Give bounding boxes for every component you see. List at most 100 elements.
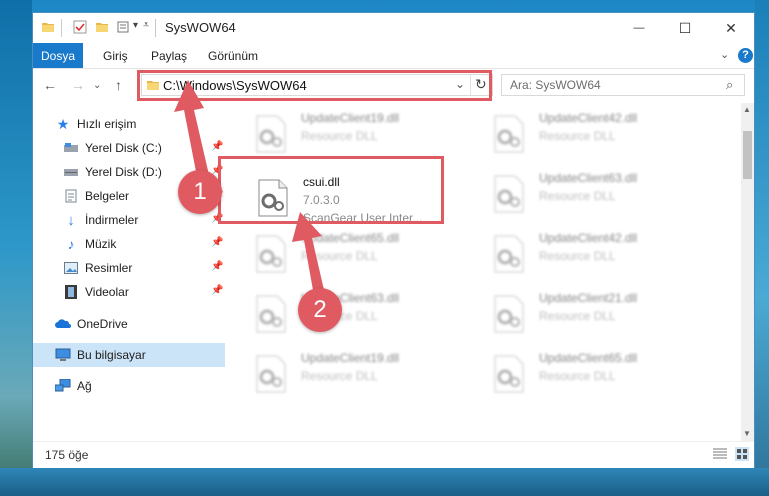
title-separator (155, 19, 156, 37)
list-item[interactable]: UpdateClient19.dll Resource DLL (253, 349, 473, 403)
sidebar-item-music[interactable]: ♪ Müzik (63, 233, 117, 255)
dll-file-icon (494, 355, 524, 393)
close-icon: ✕ (725, 19, 737, 36)
minimize-button[interactable]: — (616, 13, 662, 43)
videos-icon (63, 284, 79, 300)
pin-icon[interactable]: 📌 (211, 237, 223, 248)
search-icon: ⌕ (726, 77, 734, 92)
pin-icon[interactable]: 📌 (211, 261, 223, 272)
dll-file-icon (256, 295, 286, 333)
tab-file[interactable]: Dosya (33, 43, 83, 68)
file-name: UpdateClient19.dll (301, 351, 400, 365)
desktop-background-bottom (0, 468, 769, 496)
star-icon: ★ (56, 115, 70, 132)
dll-file-icon (494, 235, 524, 273)
file-name: UpdateClient42.dll (539, 111, 638, 125)
file-name: UpdateClient42.dll (539, 231, 638, 245)
sidebar-item-network[interactable]: Ağ (55, 375, 92, 397)
dll-file-icon (494, 115, 524, 153)
sidebar-item-label: Ağ (77, 379, 92, 393)
forward-icon[interactable]: → (71, 77, 85, 93)
file-type: Resource DLL (539, 129, 616, 143)
explorer-window: ▾ ⩡ SysWOW64 — ☐ ✕ Dosya Giriş Paylaş Gö… (32, 12, 755, 468)
properties-icon[interactable] (73, 20, 87, 34)
dll-file-icon (494, 295, 524, 333)
sidebar-item-label: Müzik (85, 237, 117, 251)
file-name: UpdateClient65.dll (539, 351, 638, 365)
maximize-button[interactable]: ☐ (662, 13, 708, 43)
list-item[interactable]: UpdateClient63.dll Resource DLL (491, 169, 711, 223)
large-icons-view-icon[interactable] (735, 447, 749, 461)
file-type: Resource DLL (539, 369, 616, 383)
details-view-icon[interactable] (713, 448, 727, 460)
network-icon (55, 378, 71, 394)
drive-icon (63, 164, 79, 180)
list-item[interactable]: UpdateClient42.dll Resource DLL (491, 109, 711, 163)
tab-share[interactable]: Paylaş (151, 49, 187, 63)
dll-file-icon (494, 175, 524, 213)
new-folder-icon[interactable] (95, 20, 109, 34)
scroll-down-icon[interactable]: ▼ (743, 429, 751, 438)
search-placeholder: Ara: SysWOW64 (510, 78, 601, 92)
customize-toolbar-icon[interactable] (117, 20, 131, 34)
file-type: Resource DLL (539, 249, 616, 263)
file-name: UpdateClient19.dll (301, 111, 400, 125)
music-icon: ♪ (67, 236, 75, 252)
sidebar-item-label: İndirmeler (85, 213, 139, 227)
pin-icon[interactable]: 📌 (211, 285, 223, 296)
sidebar-item-pictures[interactable]: Resimler (63, 257, 132, 279)
recent-dropdown-icon[interactable]: ⌄ (93, 80, 101, 91)
sidebar-item-local-disk-c[interactable]: Yerel Disk (C:) (63, 137, 162, 159)
drive-icon (63, 140, 79, 156)
title-bar: ▾ ⩡ SysWOW64 — ☐ ✕ (33, 13, 754, 43)
scroll-up-icon[interactable]: ▲ (743, 105, 751, 114)
scrollbar-thumb[interactable] (743, 131, 752, 179)
pictures-icon (63, 260, 79, 276)
qa-menu-icon[interactable]: ⩡ (143, 19, 149, 32)
qa-dropdown-icon[interactable]: ▾ (133, 20, 138, 31)
close-button[interactable]: ✕ (708, 13, 754, 43)
status-bar: 175 öğe (33, 441, 754, 468)
computer-icon (55, 347, 71, 363)
sidebar-item-label: Yerel Disk (D:) (85, 165, 162, 179)
cloud-icon (55, 316, 71, 332)
back-icon[interactable]: ← (43, 77, 57, 93)
sidebar-item-label: OneDrive (77, 317, 128, 331)
item-count: 175 öğe (45, 448, 89, 462)
sidebar-item-downloads[interactable]: ↓ İndirmeler (63, 209, 138, 231)
sidebar-item-label: Resimler (85, 261, 133, 275)
step-marker-1: 1 (178, 170, 222, 214)
ribbon-expand-icon[interactable]: ⌄ (720, 48, 729, 61)
dll-file-icon (256, 235, 286, 273)
minimize-icon: — (633, 22, 645, 34)
file-name: UpdateClient21.dll (539, 291, 638, 305)
sidebar-item-quick-access[interactable]: ★ Hızlı erişim (55, 113, 137, 135)
help-icon[interactable]: ? (738, 48, 753, 63)
ribbon-tabs: Dosya Giriş Paylaş Görünüm ⌄ ? (33, 43, 754, 69)
list-item[interactable]: UpdateClient21.dll Resource DLL (491, 289, 711, 343)
window-title: SysWOW64 (165, 20, 236, 35)
address-bar-row: ← → ⌄ ↑ C:\Windows\SysWOW64 ⌄ ↻ Ara: Sys… (33, 69, 754, 101)
sidebar-item-videos[interactable]: Videolar (63, 281, 129, 303)
vertical-scrollbar[interactable]: ▲ ▼ (741, 103, 754, 443)
list-item[interactable]: UpdateClient19.dll Resource DLL (253, 109, 473, 163)
list-item[interactable]: UpdateClient42.dll Resource DLL (491, 229, 711, 283)
up-icon[interactable]: ↑ (115, 77, 122, 93)
sidebar-item-label: Belgeler (85, 189, 130, 203)
desktop-background-right (755, 0, 769, 496)
list-item[interactable]: UpdateClient65.dll Resource DLL (491, 349, 711, 403)
sidebar-item-label: Hızlı erişim (77, 117, 137, 131)
file-name: UpdateClient63.dll (539, 171, 638, 185)
sidebar-item-this-pc[interactable]: Bu bilgisayar (55, 344, 146, 366)
sidebar-item-documents[interactable]: Belgeler (63, 185, 129, 207)
tab-view[interactable]: Görünüm (208, 49, 258, 63)
search-input[interactable]: Ara: SysWOW64 ⌕ (501, 74, 745, 96)
download-icon: ↓ (67, 211, 75, 229)
file-type: Resource DLL (539, 309, 616, 323)
sidebar-item-onedrive[interactable]: OneDrive (55, 313, 128, 335)
documents-icon (63, 188, 79, 204)
desktop-background-left (0, 0, 32, 496)
sidebar-item-local-disk-d[interactable]: Yerel Disk (D:) (63, 161, 162, 183)
file-type: Resource DLL (301, 129, 378, 143)
tab-home[interactable]: Giriş (103, 49, 128, 63)
